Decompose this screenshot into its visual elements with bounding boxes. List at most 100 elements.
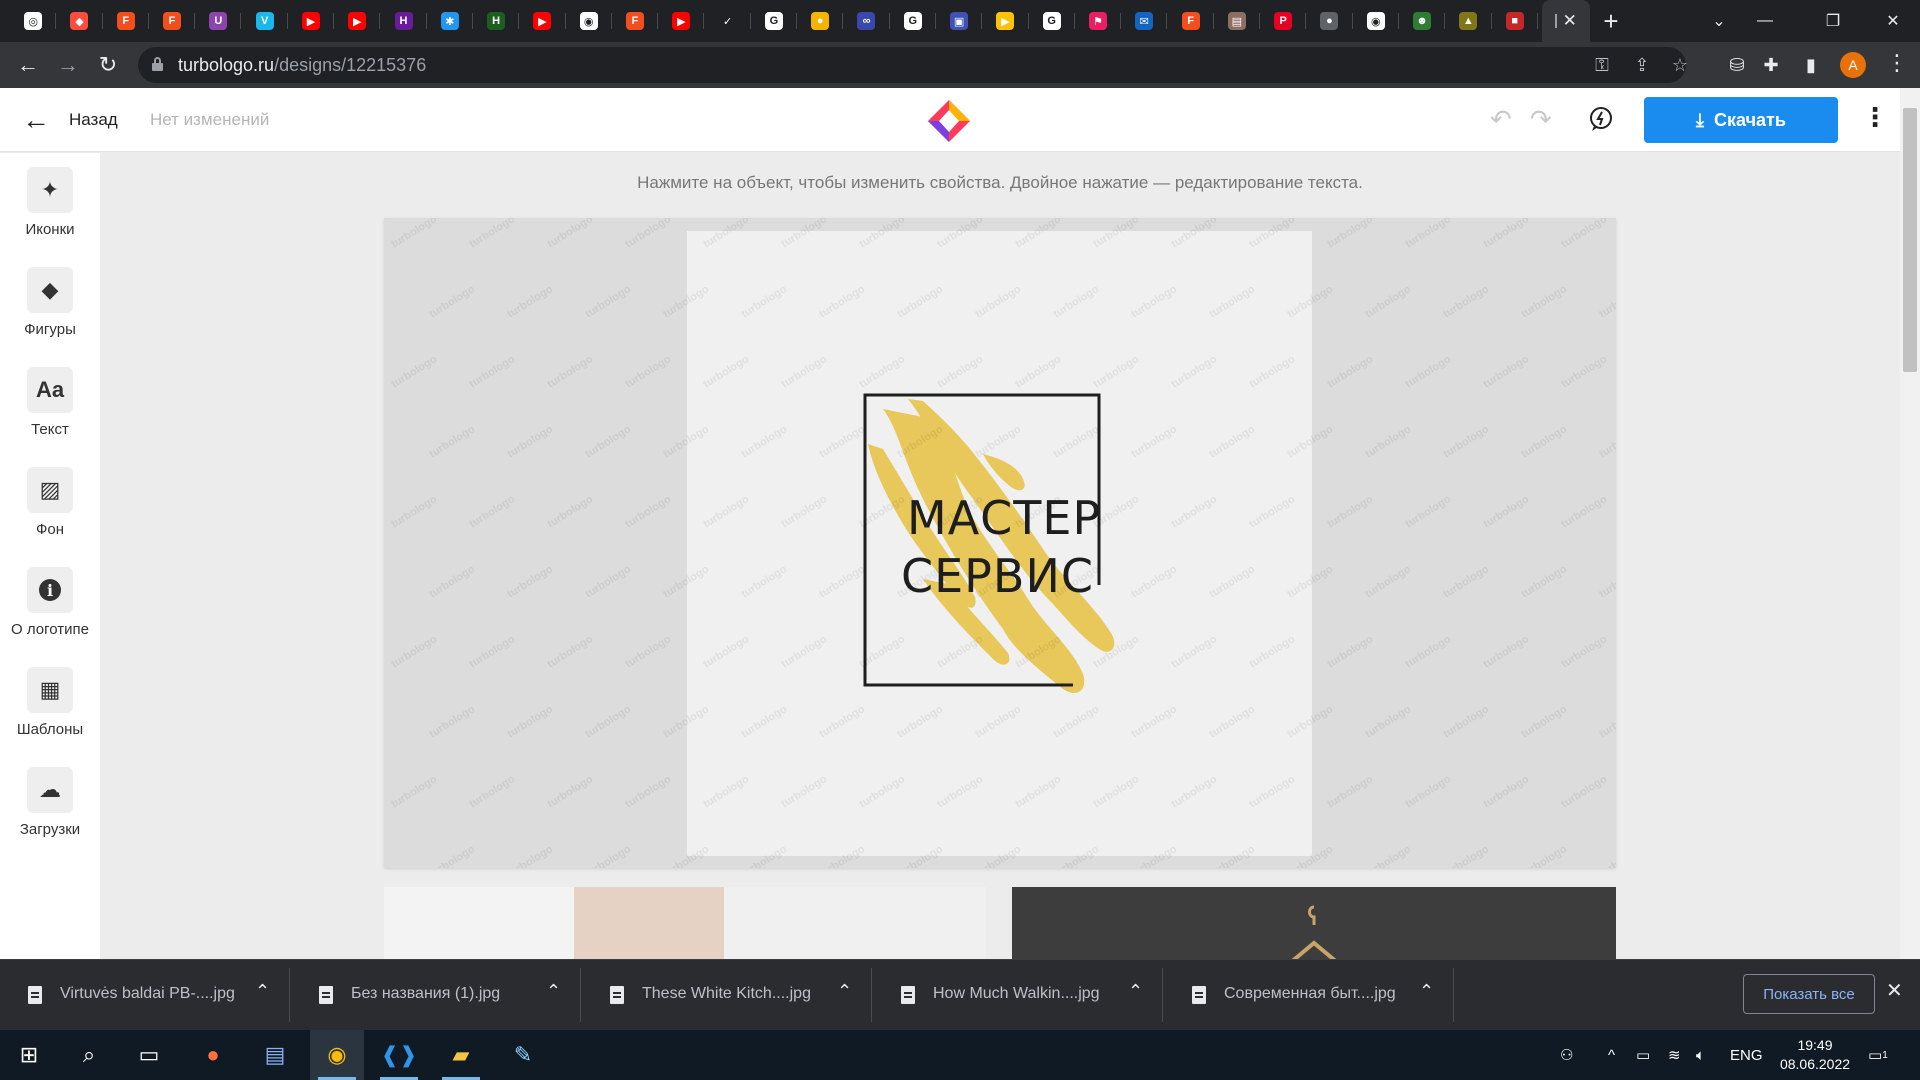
browser-tab[interactable]: ▶ <box>982 0 1029 42</box>
chat-icon[interactable] <box>1588 106 1614 132</box>
show-all-downloads-button[interactable]: Показать все <box>1743 974 1875 1014</box>
browser-tab[interactable]: ▲ <box>1445 0 1492 42</box>
chevron-up-icon[interactable]: ⌃ <box>837 981 852 1002</box>
browser-tab[interactable]: G <box>1029 0 1076 42</box>
sidebar-item[interactable]: ☁ Загрузки <box>0 757 100 847</box>
download-button[interactable]: ⤓ Скачать <box>1644 97 1838 143</box>
file-explorer-icon[interactable]: ▰ <box>434 1030 488 1080</box>
windows-start-icon[interactable]: ⊞ <box>2 1030 56 1080</box>
side-panel-icon[interactable]: ▮ <box>1798 52 1824 78</box>
forward-icon[interactable]: → <box>48 42 88 88</box>
browser-tab[interactable]: F <box>149 0 196 42</box>
sidebar-item[interactable]: ◆ Фигуры <box>0 257 100 347</box>
browser-tab[interactable]: ∞ <box>843 0 890 42</box>
template-thumbnail[interactable] <box>1012 887 1616 959</box>
chevron-up-icon[interactable]: ⌃ <box>1419 981 1434 1002</box>
browser-tab[interactable]: ✱ <box>427 0 474 42</box>
tray-chevron-icon[interactable]: ^ <box>1608 1030 1615 1080</box>
browser-tab[interactable]: ▶ <box>334 0 381 42</box>
browser-tab[interactable]: H <box>380 0 427 42</box>
paint-icon[interactable]: ✎ <box>496 1030 550 1080</box>
browser-tab[interactable]: ◉ <box>1353 0 1400 42</box>
sidebar-item[interactable]: ▦ Шаблоны <box>0 657 100 747</box>
task-view-icon[interactable]: ▭ <box>122 1030 176 1080</box>
system-clock[interactable]: 19:49 08.06.2022 <box>1770 1036 1860 1074</box>
download-item[interactable]: Без названия (1).jpg ⌃ <box>291 968 581 1022</box>
vscode-icon[interactable]: ❰❱ <box>372 1030 426 1080</box>
wifi-icon[interactable]: ≋ <box>1668 1030 1681 1080</box>
language-indicator[interactable]: ENG <box>1730 1030 1763 1080</box>
logo-text-line2[interactable]: СЕРВИС <box>901 549 1094 603</box>
download-item[interactable]: Virtuvės baldai PB-....jpg ⌃ <box>0 968 290 1022</box>
search-icon[interactable]: ⌕ <box>62 1030 116 1080</box>
back-arrow-icon[interactable]: ← <box>22 105 50 135</box>
browser-tab[interactable]: ▶ <box>519 0 566 42</box>
browser-tab[interactable]: V <box>241 0 289 42</box>
browser-tab[interactable]: F <box>1167 0 1215 42</box>
back-button[interactable]: Назад <box>69 110 118 130</box>
logo-text-line1[interactable]: МАСТЕР <box>907 491 1101 545</box>
template-thumbnail[interactable] <box>384 887 986 959</box>
browser-tab[interactable]: P <box>1260 0 1307 42</box>
close-window-button[interactable]: ✕ <box>1870 0 1916 42</box>
minimize-button[interactable]: — <box>1742 0 1788 42</box>
browser-tab[interactable]: G <box>751 0 798 42</box>
browser-tab[interactable]: ⚑ <box>1075 0 1122 42</box>
share-icon[interactable]: ⇪ <box>1630 53 1654 77</box>
chevron-up-icon[interactable]: ⌃ <box>255 981 270 1002</box>
close-tab-icon[interactable]: ✕ <box>1563 11 1577 31</box>
logo-artboard[interactable]: МАСТЕР СЕРВИС <box>687 231 1312 856</box>
key-icon[interactable]: ⚿ <box>1590 53 1614 77</box>
browser-tab[interactable]: ☻ <box>1399 0 1446 42</box>
download-item[interactable]: Современная быт....jpg ⌃ <box>1164 968 1454 1022</box>
browser-tab[interactable]: F <box>612 0 659 42</box>
bookmark-star-icon[interactable]: ☆ <box>1668 53 1692 77</box>
download-item[interactable]: How Much Walkin....jpg ⌃ <box>873 968 1163 1022</box>
browser-tab[interactable]: ◆ <box>56 0 103 42</box>
turbologo-logo[interactable] <box>926 98 972 144</box>
sidebar-item[interactable]: Aa Текст <box>0 357 100 447</box>
notifications-icon[interactable]: ▭ 1 <box>1868 1030 1888 1080</box>
chrome-icon[interactable]: ◉ <box>310 1030 364 1080</box>
profile-avatar[interactable]: A <box>1840 52 1866 78</box>
browser-tab[interactable]: H <box>473 0 520 42</box>
download-item[interactable]: These White Kitch....jpg ⌃ <box>582 968 872 1022</box>
volume-icon[interactable]: 🔈︎ <box>1696 1030 1705 1080</box>
browser-menu-icon[interactable]: ⋮ <box>1886 50 1908 76</box>
browser-tab[interactable]: U <box>195 0 242 42</box>
reload-icon[interactable]: ↻ <box>88 42 128 88</box>
browser-tab[interactable]: ◎ <box>10 0 57 42</box>
browser-tab[interactable]: ✉ <box>1121 0 1168 42</box>
redo-icon[interactable]: ↷ <box>1530 104 1552 135</box>
browser-tab[interactable]: ◉ <box>566 0 613 42</box>
logo-stage[interactable]: МАСТЕР СЕРВИС turbologo turbologo turbolog… <box>384 218 1616 868</box>
lock-icon[interactable] <box>152 57 163 71</box>
undo-icon[interactable]: ↶ <box>1490 104 1512 135</box>
firefox-icon[interactable]: ● <box>186 1030 240 1080</box>
browser-tab[interactable]: ● <box>1306 0 1353 42</box>
tab-search-icon[interactable]: ⌄ <box>1696 0 1742 42</box>
back-icon[interactable]: ← <box>8 42 48 88</box>
browser-tab-active[interactable]: ✕ <box>1541 0 1590 42</box>
battery-icon[interactable]: ▭ <box>1636 1030 1650 1080</box>
browser-tab[interactable]: F <box>103 0 150 42</box>
browser-tab[interactable]: ● <box>797 0 844 42</box>
chevron-up-icon[interactable]: ⌃ <box>1128 981 1143 1002</box>
extensions-puzzle-icon[interactable]: ✚ <box>1758 52 1784 78</box>
chevron-up-icon[interactable]: ⌃ <box>546 981 561 1002</box>
address-bar[interactable]: turbologo.ru/designs/12215376 ⚿ ⇪ ☆ <box>138 47 1688 83</box>
sidebar-item[interactable]: ▨ Фон <box>0 457 100 547</box>
page-scrollbar-thumb[interactable] <box>1903 108 1917 372</box>
close-shelf-icon[interactable]: ✕ <box>1886 978 1903 1003</box>
restore-button[interactable]: ❐ <box>1810 0 1856 42</box>
browser-tab[interactable]: ▤ <box>1214 0 1261 42</box>
browser-tab[interactable]: ▶ <box>658 0 705 42</box>
sidebar-item[interactable]: ✦ Иконки <box>0 157 100 247</box>
sidebar-item[interactable]: i О логотипе <box>0 557 100 647</box>
browser-tab[interactable]: ■ <box>1492 0 1539 42</box>
browser-tab[interactable]: ▶ <box>288 0 335 42</box>
browser-tab[interactable]: ▣ <box>936 0 983 42</box>
browser-tab[interactable]: G <box>890 0 937 42</box>
url-text[interactable]: turbologo.ru/designs/12215376 <box>178 47 426 83</box>
people-icon[interactable]: ⚇ <box>1560 1030 1573 1080</box>
